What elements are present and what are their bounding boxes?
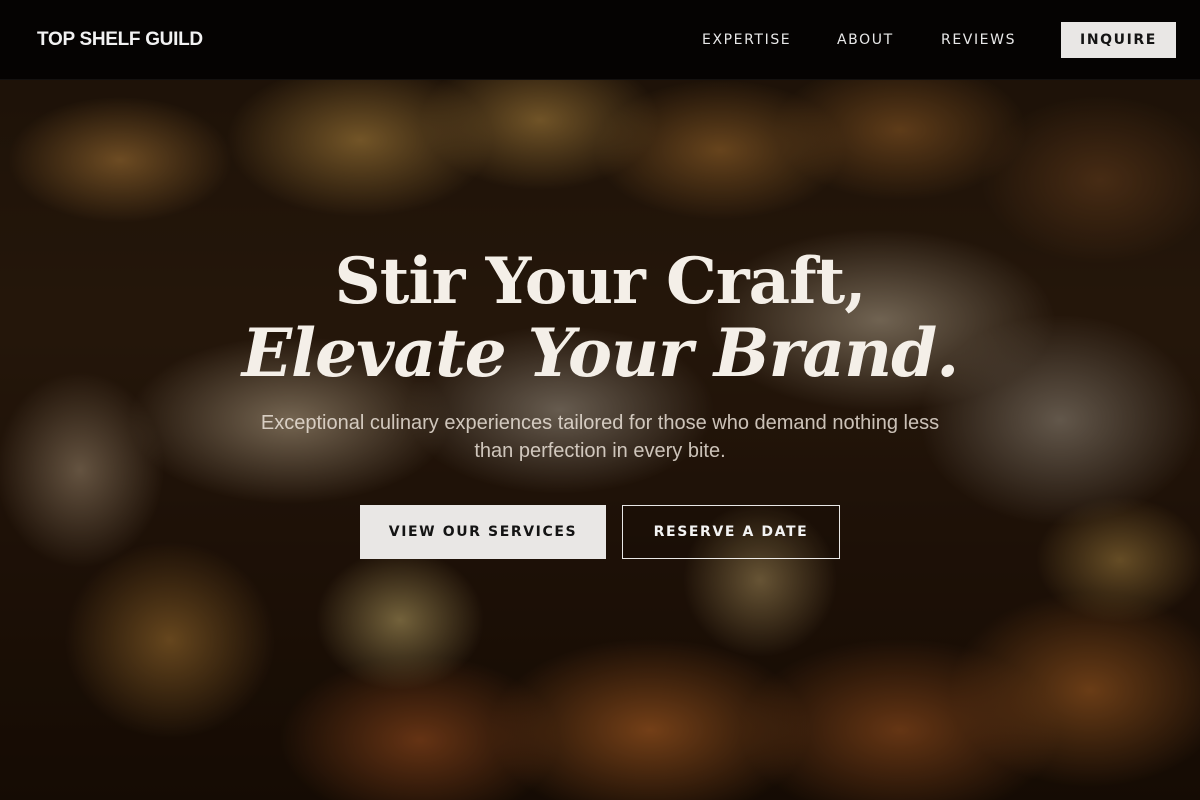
top-navbar: TOP SHELF GUILD EXPERTISE ABOUT REVIEWS … (0, 0, 1200, 80)
nav-link-reviews[interactable]: REVIEWS (941, 30, 1016, 50)
hero-subtitle: Exceptional culinary experiences tailore… (260, 412, 940, 462)
view-services-button[interactable]: VIEW OUR SERVICES (360, 505, 606, 559)
nav-link-about[interactable]: ABOUT (837, 30, 894, 50)
reserve-date-button[interactable]: RESERVE A DATE (622, 505, 840, 559)
hero-dark-overlay (0, 0, 1200, 800)
brand-logo[interactable]: TOP SHELF GUILD (37, 29, 203, 51)
hero-title-line1: Stir Your Craft, (334, 244, 867, 319)
hero-title-line2: Elevate Your Brand. (241, 314, 960, 392)
hero-background-image: Stir Your Craft, Elevate Your Brand. Exc… (0, 0, 1200, 800)
inquire-button[interactable]: INQUIRE (1061, 22, 1176, 58)
nav-link-expertise[interactable]: EXPERTISE (702, 30, 791, 50)
